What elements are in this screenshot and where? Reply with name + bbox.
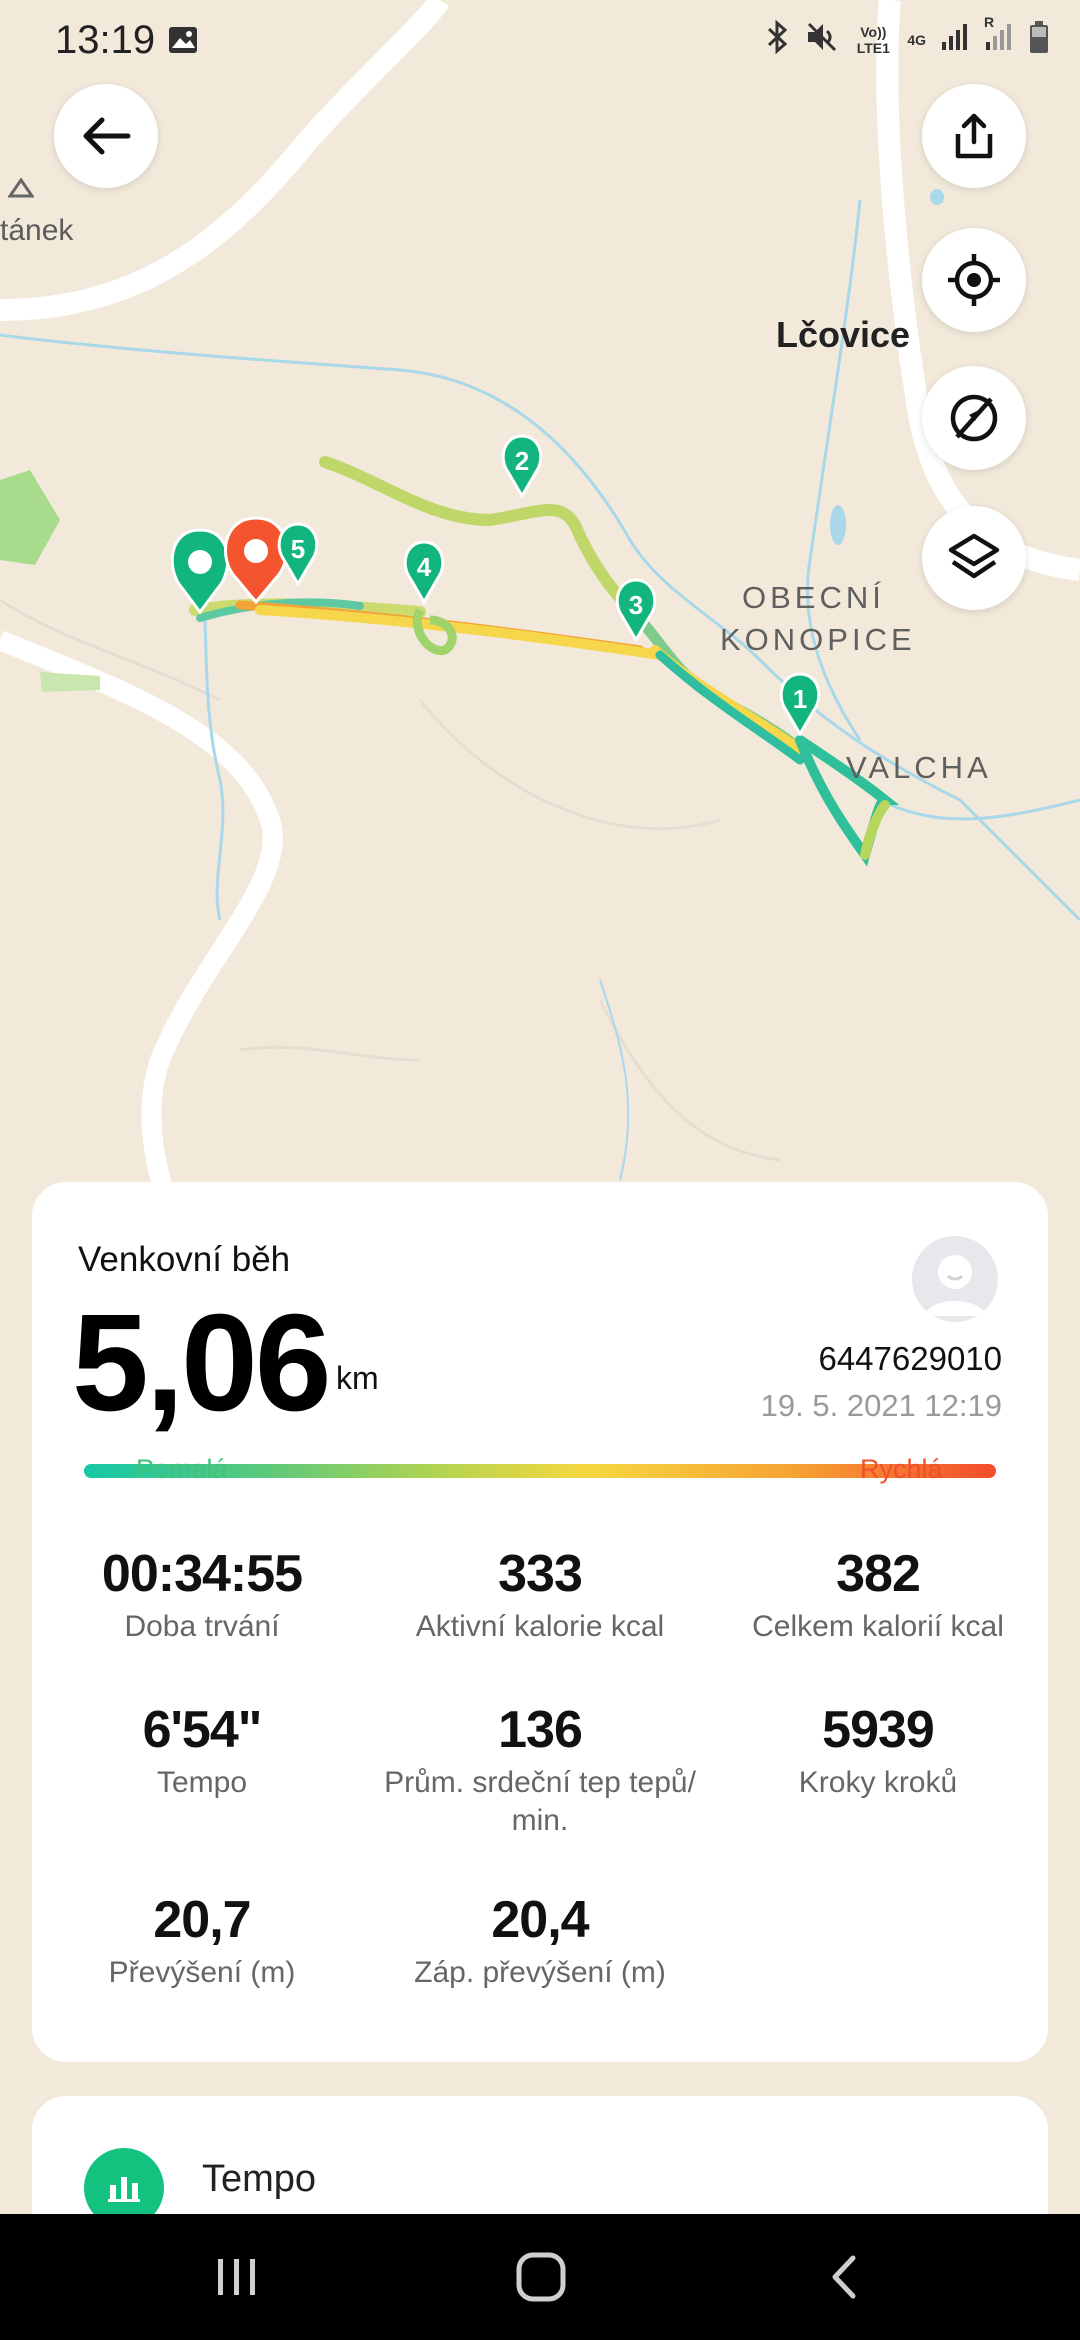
metric-duration: 00:34:55 Doba trvání: [32, 1544, 372, 1646]
metric-total-calories: 382 Celkem kalorií kcal: [708, 1544, 1048, 1646]
hide-route-icon: [950, 394, 998, 442]
share-button[interactable]: [922, 84, 1026, 188]
map-town-label: Lčovice: [776, 314, 911, 355]
km-marker-3: 3: [610, 578, 662, 642]
image-icon: [168, 26, 198, 54]
locate-icon: [948, 254, 1000, 306]
lte-indicator: Vo)) LTE1: [856, 23, 890, 56]
avatar[interactable]: [912, 1236, 998, 1322]
metric-label: Aktivní kalorie kcal: [415, 1610, 665, 1643]
metric-value: 20,4: [491, 1891, 589, 1949]
signal-icon: [940, 22, 970, 57]
metric-active-calories: 333 Aktivní kalorie kcal: [370, 1544, 710, 1646]
metric-label: Převýšení (m): [108, 1956, 296, 1989]
metric-label: Prům. srdeční tep tepů/ min.: [384, 1766, 696, 1837]
recent-apps-button[interactable]: [202, 2244, 272, 2310]
metric-elevation-loss: 20,4 Záp. převýšení (m): [370, 1890, 710, 1992]
map-area-label-valcha: VALCHA: [846, 750, 992, 785]
metric-label: Doba trvání: [124, 1610, 280, 1643]
status-time: 13:19: [55, 18, 156, 62]
metric-value: 382: [836, 1545, 921, 1603]
home-icon: [516, 2252, 566, 2302]
locate-button[interactable]: [922, 228, 1026, 332]
tempo-section-title: Tempo: [202, 2158, 317, 2200]
speed-slow-label: Pomalá: [136, 1454, 228, 1484]
speed-fast-label: Rychlá: [860, 1454, 943, 1484]
recent-apps-icon: [218, 2259, 255, 2295]
km-marker-4: 4: [398, 540, 450, 604]
share-icon: [955, 113, 993, 159]
4g-indicator: 4G: [907, 31, 926, 48]
mute-icon: [805, 20, 839, 59]
metric-value: 5939: [822, 1701, 935, 1759]
km-marker-2: 2: [496, 434, 548, 498]
battery-icon: [1028, 20, 1050, 59]
metric-value: 6'54": [142, 1701, 263, 1759]
bluetooth-icon: [765, 19, 791, 59]
map-partial-label: tánek: [0, 214, 74, 247]
metric-value: 136: [498, 1701, 583, 1759]
workout-datetime: 19. 5. 2021 12:19: [760, 1388, 1002, 1423]
user-avatar-icon: [924, 1255, 986, 1316]
metric-label: Kroky kroků: [798, 1766, 958, 1799]
back-button[interactable]: [54, 84, 158, 188]
workout-summary-card: Venkovní běh 5,06 km 6447629010 19. 5. 2…: [32, 1182, 1048, 2062]
chevron-left-icon: [832, 2255, 856, 2299]
status-bar: 13:19 Vo)) LTE1 4G R: [0, 0, 1080, 84]
system-back-button[interactable]: [810, 2244, 880, 2310]
km-marker-5: 5: [272, 522, 324, 586]
start-marker-icon: [170, 528, 230, 615]
metric-label: Celkem kalorií kcal: [752, 1610, 1004, 1643]
map-layers-button[interactable]: [922, 506, 1026, 610]
system-navigation-bar: [0, 2214, 1080, 2340]
metric-label: Záp. převýšení (m): [414, 1956, 666, 1989]
home-button[interactable]: [506, 2244, 576, 2310]
distance-value: 5,06: [72, 1286, 332, 1440]
metric-avg-heart-rate: 136 Prům. srdeční tep tepů/ min.: [370, 1700, 710, 1840]
metric-label: Tempo: [156, 1766, 248, 1799]
map-area-label-konopice: KONOPICE: [720, 622, 916, 657]
map-area-label-obecni: OBECNÍ: [742, 580, 885, 615]
metric-pace: 6'54" Tempo: [32, 1700, 372, 1802]
km-marker-1: 1: [774, 672, 826, 736]
metric-steps: 5939 Kroky kroků: [708, 1700, 1048, 1802]
route-map[interactable]: 5 4 2 3 1 Lčovice OBECNÍ KONOPICE VALCHA…: [0, 0, 1080, 1300]
roaming-signal-icon: R: [984, 14, 1014, 57]
metric-value: 00:34:55: [101, 1545, 303, 1603]
back-icon: [83, 117, 131, 155]
hide-route-button[interactable]: [922, 366, 1026, 470]
map-canvas: [0, 0, 1080, 1214]
metric-value: 333: [498, 1545, 583, 1603]
user-id: 6447629010: [818, 1340, 1002, 1377]
layers-icon: [948, 533, 1000, 579]
distance-unit: km: [336, 1360, 379, 1396]
metric-value: 20,7: [153, 1891, 251, 1949]
status-icons: Vo)) LTE1 4G R: [765, 14, 1050, 59]
metric-elevation-gain: 20,7 Převýšení (m): [32, 1890, 372, 1992]
activity-type: Venkovní běh: [78, 1240, 291, 1279]
